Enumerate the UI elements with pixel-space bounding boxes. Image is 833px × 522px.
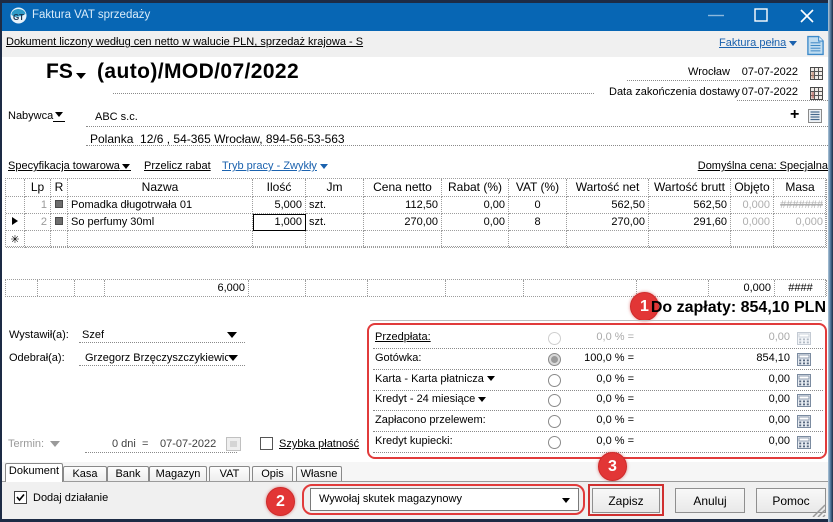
svg-text:GT: GT <box>13 13 24 22</box>
